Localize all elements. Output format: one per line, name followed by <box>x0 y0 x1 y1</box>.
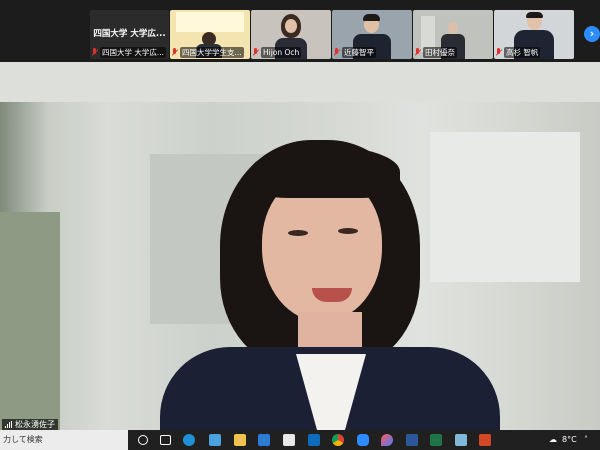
participant-name: 四国大学学生支... <box>180 47 244 58</box>
excel-icon[interactable] <box>430 434 442 446</box>
chrome-icon[interactable] <box>332 434 344 446</box>
powerpoint-icon[interactable] <box>479 434 491 446</box>
background-plant <box>0 212 60 430</box>
zoom-icon[interactable] <box>357 434 369 446</box>
participant-name: 近藤智平 <box>342 47 376 58</box>
participant-tile[interactable]: 四国大学学生支... <box>170 10 250 59</box>
outlook-icon[interactable] <box>308 434 320 446</box>
file-explorer-icon[interactable] <box>234 434 246 446</box>
gallery-strip: 四国大学 大学広... 四国大学 大学広... 四国大学学生支... Hijon… <box>0 0 600 62</box>
speaker-eye <box>338 228 358 234</box>
taskbar-search-box[interactable]: 力して検索 <box>0 430 128 450</box>
speaker-name: 松永湧佐子 <box>15 420 55 429</box>
chevron-right-icon[interactable]: › <box>584 26 600 42</box>
shared-slide-thumbnail <box>176 12 244 32</box>
photos-icon[interactable] <box>455 434 467 446</box>
participant-tile[interactable]: Hijon Och <box>251 10 331 59</box>
active-speaker-label: 松永湧佐子 <box>2 419 58 430</box>
zoom-meeting-window: 四国大学 大学広... 四国大学 大学広... 四国大学学生支... Hijon… <box>0 0 600 430</box>
paint-icon[interactable] <box>381 434 393 446</box>
participant-label: 四国大学 大学広... <box>92 47 167 58</box>
participant-label: 田村優奈 <box>415 47 491 58</box>
participant-label: Hijon Och <box>253 47 329 58</box>
calendar-icon[interactable] <box>283 434 295 446</box>
background-window <box>430 132 580 282</box>
muted-mic-icon <box>172 48 178 57</box>
background-wall <box>0 62 600 102</box>
participant-tile[interactable]: 高杉 智帆 <box>494 10 574 59</box>
participant-display-name: 四国大学 大学広... <box>93 29 166 39</box>
participant-label: 高杉 智帆 <box>496 47 572 58</box>
windows-taskbar: 力して検索 ☁ 8°C ˄ <box>0 430 600 450</box>
participant-video <box>448 22 458 34</box>
participant-tile[interactable]: 四国大学 大学広... 四国大学 大学広... <box>90 10 169 59</box>
mail-icon[interactable] <box>258 434 270 446</box>
participant-name: 四国大学 大学広... <box>100 47 167 58</box>
participant-label: 四国大学学生支... <box>172 47 248 58</box>
task-view-icon[interactable] <box>160 435 171 445</box>
speaker-eye <box>288 230 308 236</box>
muted-mic-icon <box>496 48 502 57</box>
edge-icon[interactable] <box>183 434 195 446</box>
signal-icon <box>5 421 12 428</box>
muted-mic-icon <box>253 48 259 57</box>
muted-mic-icon <box>92 48 98 57</box>
weather-cloud-icon[interactable]: ☁ <box>549 434 557 446</box>
muted-mic-icon <box>334 48 340 57</box>
word-icon[interactable] <box>406 434 418 446</box>
muted-mic-icon <box>415 48 421 57</box>
participant-tile[interactable]: 近藤智平 <box>332 10 412 59</box>
participant-name: Hijon Och <box>261 47 302 58</box>
chevron-up-icon[interactable]: ˄ <box>584 434 588 446</box>
temperature-readout[interactable]: 8°C <box>562 434 577 446</box>
active-speaker-video: 松永湧佐子 <box>0 62 600 430</box>
participant-label: 近藤智平 <box>334 47 410 58</box>
speaker-bangs <box>250 146 400 198</box>
participant-tile[interactable]: 田村優奈 <box>413 10 493 59</box>
participant-name: 高杉 智帆 <box>504 47 541 58</box>
participant-name: 田村優奈 <box>423 47 457 58</box>
store-icon[interactable] <box>209 434 221 446</box>
cortana-icon[interactable] <box>138 435 148 445</box>
